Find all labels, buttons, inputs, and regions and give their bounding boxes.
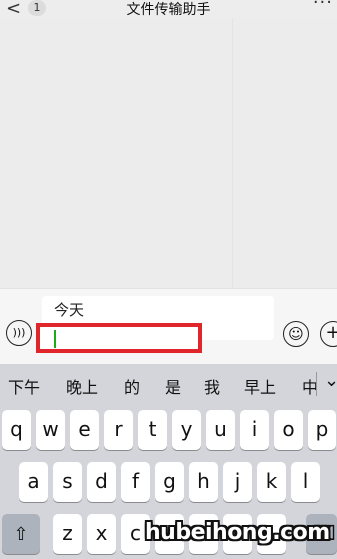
key-q[interactable]: q <box>2 410 31 450</box>
candidate-word[interactable]: 的 <box>124 374 140 398</box>
key-s[interactable]: s <box>53 462 82 502</box>
key-r[interactable]: r <box>104 410 133 450</box>
shift-arrow-icon: ⇧ <box>13 524 29 545</box>
candidate-word[interactable]: 是 <box>165 374 181 398</box>
chat-message-area[interactable] <box>0 18 337 288</box>
input-bar: ))) 今天 ☺ + <box>0 288 337 365</box>
message-input-field[interactable] <box>36 323 202 353</box>
candidate-word[interactable]: 晚上 <box>66 374 98 398</box>
key-f[interactable]: f <box>121 462 150 502</box>
preview-text: 今天 <box>54 301 85 319</box>
plus-icon[interactable]: + <box>320 321 337 347</box>
chat-divider <box>232 18 233 288</box>
key-d[interactable]: d <box>87 462 116 502</box>
site-watermark: hubeihong.com <box>145 520 330 545</box>
key-t[interactable]: t <box>138 410 167 450</box>
ime-candidate-bar: 下午 晚上 的 是 我 早上 中 ⌄ <box>0 364 337 404</box>
candidate-word[interactable]: 早上 <box>244 374 276 398</box>
text-caret <box>54 330 56 348</box>
key-o[interactable]: o <box>274 410 303 450</box>
key-z[interactable]: z <box>53 514 82 554</box>
key-p[interactable]: p <box>308 410 336 450</box>
key-g[interactable]: g <box>155 462 184 502</box>
candidate-word[interactable]: 下午 <box>8 374 40 398</box>
more-options-icon[interactable]: ··· <box>313 0 333 13</box>
expand-candidates-chevron-icon[interactable]: ⌄ <box>324 370 337 391</box>
candidate-divider <box>316 372 317 396</box>
key-a[interactable]: a <box>19 462 48 502</box>
nav-bar: < 1 文件传输助手 ··· <box>0 0 337 19</box>
key-y[interactable]: y <box>172 410 201 450</box>
key-k[interactable]: k <box>257 462 286 502</box>
key-e[interactable]: e <box>70 410 99 450</box>
key-j[interactable]: j <box>223 462 252 502</box>
shift-key[interactable]: ⇧ <box>2 514 40 554</box>
key-u[interactable]: u <box>206 410 235 450</box>
key-x[interactable]: x <box>87 514 116 554</box>
emoji-icon[interactable]: ☺ <box>283 321 309 347</box>
key-i[interactable]: i <box>240 410 269 450</box>
voice-input-icon[interactable]: ))) <box>6 320 32 346</box>
key-l[interactable]: l <box>291 462 320 502</box>
candidate-word[interactable]: 我 <box>204 374 220 398</box>
chat-title: 文件传输助手 <box>126 2 211 18</box>
key-w[interactable]: w <box>36 410 65 450</box>
key-h[interactable]: h <box>189 462 218 502</box>
